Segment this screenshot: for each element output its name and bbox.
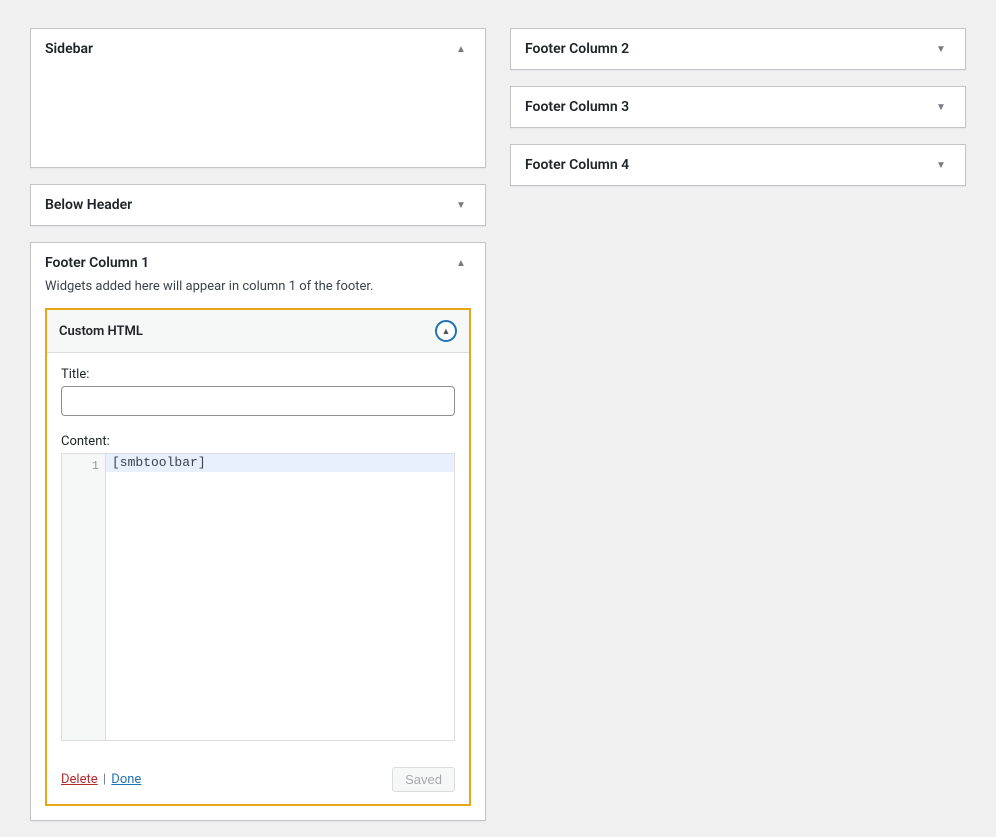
widget-area-footer-col-3: Footer Column 3 ▼ — [510, 86, 966, 128]
widget-area-footer-col-2-header[interactable]: Footer Column 2 ▼ — [511, 29, 965, 69]
caret-down-icon: ▼ — [931, 44, 951, 55]
widget-area-below-header-header[interactable]: Below Header ▼ — [31, 185, 485, 225]
code-area[interactable]: [smbtoolbar] — [106, 454, 454, 740]
widget-area-title: Footer Column 2 — [525, 41, 629, 57]
widget-custom-html-header[interactable]: Custom HTML ▲ — [47, 310, 469, 353]
widget-area-footer-col-1-header[interactable]: Footer Column 1 ▲ — [31, 243, 485, 283]
collapse-icon[interactable]: ▲ — [435, 320, 457, 342]
title-label: Title: — [61, 367, 455, 382]
widget-area-footer-col-4: Footer Column 4 ▼ — [510, 144, 966, 186]
widget-area-title: Sidebar — [45, 41, 93, 57]
widgets-right-column: Footer Column 2 ▼ Footer Column 3 ▼ Foot… — [510, 28, 966, 837]
widget-area-title: Below Header — [45, 197, 132, 213]
widget-name: Custom HTML — [59, 324, 143, 339]
caret-down-icon: ▼ — [931, 160, 951, 171]
saved-button: Saved — [392, 767, 455, 792]
widget-area-below-header: Below Header ▼ — [30, 184, 486, 226]
widget-actions-row: Delete | Done Saved — [47, 755, 469, 804]
widget-area-footer-col-4-header[interactable]: Footer Column 4 ▼ — [511, 145, 965, 185]
widget-custom-html: Custom HTML ▲ Title: Content: 1 — [45, 308, 471, 806]
caret-down-icon: ▼ — [931, 102, 951, 113]
delete-link[interactable]: Delete — [61, 772, 98, 787]
widget-area-footer-col-2: Footer Column 2 ▼ — [510, 28, 966, 70]
widget-custom-html-body: Title: Content: 1 [smbtoolbar] — [47, 353, 469, 755]
separator: | — [103, 772, 106, 787]
widget-area-footer-col-3-header[interactable]: Footer Column 3 ▼ — [511, 87, 965, 127]
line-number: 1 — [62, 457, 99, 475]
caret-up-icon: ▲ — [451, 258, 471, 269]
widget-area-footer-col-1-body: Widgets added here will appear in column… — [31, 279, 485, 820]
widget-area-sidebar: Sidebar ▲ — [30, 28, 486, 168]
caret-up-icon: ▲ — [451, 44, 471, 55]
widget-area-title: Footer Column 3 — [525, 99, 629, 115]
widgets-left-column: Sidebar ▲ Below Header ▼ Footer Column 1… — [30, 28, 486, 837]
widget-area-sidebar-header[interactable]: Sidebar ▲ — [31, 29, 485, 69]
code-line-1: [smbtoolbar] — [106, 454, 454, 472]
widget-area-title: Footer Column 4 — [525, 157, 629, 173]
line-number-gutter: 1 — [62, 454, 106, 740]
done-link[interactable]: Done — [111, 772, 141, 787]
widget-area-footer-col-1: Footer Column 1 ▲ Widgets added here wil… — [30, 242, 486, 821]
content-label: Content: — [61, 434, 455, 449]
widget-left-actions: Delete | Done — [61, 772, 141, 787]
content-code-editor[interactable]: 1 [smbtoolbar] — [61, 453, 455, 741]
widget-area-description: Widgets added here will appear in column… — [45, 279, 471, 294]
caret-down-icon: ▼ — [451, 200, 471, 211]
widget-area-title: Footer Column 1 — [45, 255, 149, 271]
empty-drop-zone[interactable] — [45, 69, 471, 153]
title-input[interactable] — [61, 386, 455, 416]
widget-area-sidebar-body — [31, 69, 485, 167]
